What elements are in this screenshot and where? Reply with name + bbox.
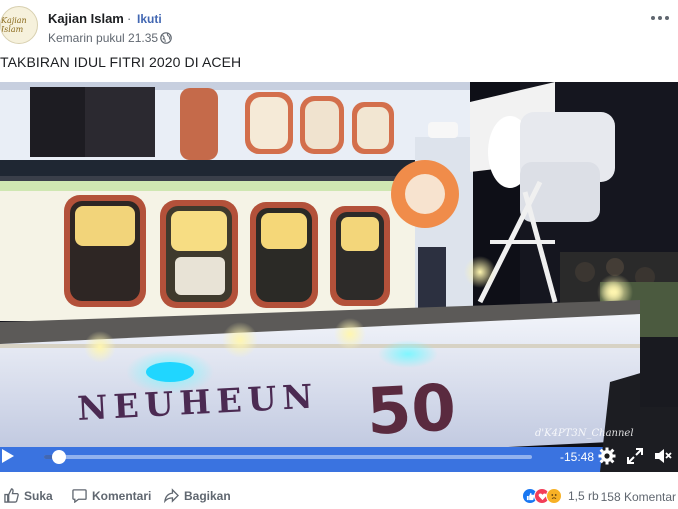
boat-number-text: 50 <box>365 371 458 450</box>
video-player[interactable]: NEUHEUN 50 <box>0 82 678 472</box>
follow-button[interactable]: Ikuti <box>137 12 162 26</box>
more-dot-icon <box>658 16 662 20</box>
post-action-bar: Suka Komentari Bagikan 1,5 rb 158 Koment… <box>0 482 678 509</box>
like-button[interactable]: Suka <box>4 488 53 503</box>
share-arrow-icon <box>164 488 179 503</box>
settings-gear-icon[interactable] <box>598 447 616 465</box>
video-controls: -15:48 <box>0 440 678 472</box>
more-dot-icon <box>651 16 655 20</box>
progress-handle[interactable] <box>51 450 66 464</box>
reactions-count: 1,5 rb <box>568 489 599 503</box>
channel-watermark: d'K4PT3N_Channel <box>535 428 634 439</box>
comment-bubble-icon <box>72 489 87 503</box>
reactions-summary[interactable]: 1,5 rb <box>522 488 599 504</box>
post-header: Kajian Islam Kajian Islam · Ikuti Kemari… <box>0 0 678 52</box>
page-name-link[interactable]: Kajian Islam <box>48 11 124 26</box>
comment-button[interactable]: Komentari <box>72 488 151 503</box>
post-message: TAKBIRAN IDUL FITRI 2020 DI ACEH <box>0 54 242 70</box>
sad-reaction-icon <box>546 488 562 504</box>
volume-mute-icon[interactable] <box>654 447 672 465</box>
comments-count[interactable]: 158 Komentar <box>601 490 676 504</box>
more-options-button[interactable] <box>648 9 672 27</box>
fullscreen-icon[interactable] <box>626 447 644 465</box>
like-label: Suka <box>24 488 53 503</box>
time-remaining: -15:48 <box>560 450 595 464</box>
post-timestamp[interactable]: Kemarin pukul 21.35 · <box>48 31 165 45</box>
video-frame: NEUHEUN 50 <box>0 82 678 472</box>
share-label: Bagikan <box>184 488 231 503</box>
thumbs-up-icon <box>4 488 19 503</box>
play-icon[interactable] <box>2 449 14 463</box>
progress-bar[interactable] <box>44 450 532 464</box>
page-avatar[interactable]: Kajian Islam <box>0 6 38 44</box>
separator-dot: · <box>127 11 132 26</box>
share-button[interactable]: Bagikan <box>164 488 231 503</box>
avatar-logo-text: Kajian Islam <box>1 16 27 34</box>
globe-icon <box>160 32 172 44</box>
comment-label: Komentari <box>92 488 152 503</box>
more-dot-icon <box>665 16 669 20</box>
